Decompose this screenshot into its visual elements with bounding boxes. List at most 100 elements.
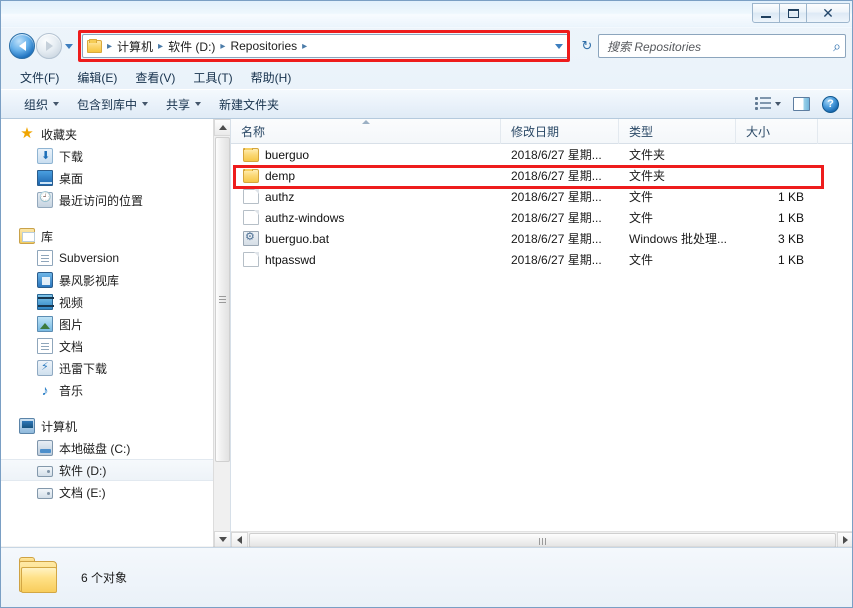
- breadcrumb-drive-d[interactable]: 软件 (D:): [166, 38, 217, 55]
- search-input[interactable]: 搜索 Repositories: [607, 38, 833, 55]
- sidebar-item-libraries[interactable]: 库: [1, 225, 230, 247]
- menu-item-tools[interactable]: 工具(T): [184, 66, 241, 89]
- navigation-tree: ★ 收藏夹 下载 桌面 最近访问的位置 库: [1, 119, 230, 503]
- menu-item-help[interactable]: 帮助(H): [242, 66, 301, 89]
- search-icon: ⌕: [833, 37, 841, 54]
- sidebar-item-label: 迅雷下载: [59, 361, 108, 376]
- sidebar-item-computer[interactable]: 计算机: [1, 415, 230, 437]
- sidebar-item-documents[interactable]: 文档: [1, 335, 230, 357]
- breadcrumb-separator[interactable]: ▸: [104, 41, 115, 52]
- file-name-label: demp: [265, 168, 296, 183]
- preview-pane-button[interactable]: [788, 94, 815, 114]
- sidebar-item-local-disk-c[interactable]: 本地磁盘 (C:): [1, 437, 230, 459]
- scrollbar-thumb[interactable]: [215, 137, 230, 462]
- sidebar-item-music[interactable]: ♪ 音乐: [1, 379, 230, 401]
- sidebar-item-drive-d[interactable]: 软件 (D:): [1, 459, 230, 481]
- breadcrumb-separator[interactable]: ▸: [217, 41, 228, 52]
- help-icon: ?: [822, 95, 839, 113]
- recent-pages-dropdown[interactable]: [62, 33, 76, 59]
- column-header-filler: [818, 119, 852, 144]
- sidebar-item-label: 视频: [59, 295, 84, 310]
- table-row[interactable]: demp 2018/6/27 星期... 文件夹: [231, 165, 852, 186]
- address-dropdown-button[interactable]: [551, 36, 567, 56]
- recent-places-icon: [37, 192, 53, 208]
- column-header-date-modified[interactable]: 修改日期: [501, 119, 619, 144]
- type-cell: 文件: [629, 190, 654, 204]
- new-folder-button[interactable]: 新建文件夹: [210, 92, 288, 117]
- sidebar-item-pictures[interactable]: 图片: [1, 313, 230, 335]
- date-modified-cell: 2018/6/27 星期...: [511, 190, 602, 204]
- file-name-label: htpasswd: [265, 252, 316, 267]
- document-library-icon: [37, 250, 53, 266]
- forward-arrow-icon: [45, 41, 53, 51]
- menu-bar: 文件(F) 编辑(E) 查看(V) 工具(T) 帮助(H): [1, 65, 852, 89]
- change-view-button[interactable]: [750, 94, 786, 114]
- column-header-name[interactable]: 名称: [231, 119, 501, 144]
- table-row[interactable]: authz-windows 2018/6/27 星期... 文件 1 KB: [231, 207, 852, 228]
- include-in-library-button[interactable]: 包含到库中: [68, 92, 157, 117]
- sidebar-item-desktop[interactable]: 桌面: [1, 167, 230, 189]
- table-row[interactable]: buerguo 2018/6/27 星期... 文件夹: [231, 144, 852, 165]
- blue-app-icon: [37, 272, 53, 288]
- file-rows: buerguo 2018/6/27 星期... 文件夹 demp 2018/6/…: [231, 144, 852, 270]
- chevron-down-icon: [195, 102, 202, 106]
- sidebar-item-label: Subversion: [59, 251, 120, 265]
- help-button[interactable]: ?: [817, 93, 844, 116]
- file-list-pane: 名称 修改日期 类型 大小 buerguo 2018/6/27 星期... 文件…: [231, 119, 852, 548]
- computer-icon: [19, 418, 35, 434]
- date-modified-cell: 2018/6/27 星期...: [511, 148, 602, 162]
- forward-button[interactable]: [36, 33, 62, 59]
- minimize-button[interactable]: [752, 3, 780, 23]
- breadcrumb-repositories[interactable]: Repositories: [228, 39, 299, 53]
- type-cell: 文件夹: [629, 148, 666, 162]
- scroll-left-button[interactable]: [231, 531, 248, 548]
- maximize-button[interactable]: [779, 3, 807, 23]
- sidebar-item-downloads[interactable]: 下载: [1, 145, 230, 167]
- sidebar-item-label: 计算机: [41, 419, 78, 434]
- scroll-up-button[interactable]: [214, 119, 230, 136]
- item-count-label: 6 个对象: [81, 571, 128, 585]
- search-box[interactable]: 搜索 Repositories ⌕: [598, 34, 846, 58]
- scroll-right-button[interactable]: [837, 531, 852, 548]
- refresh-button[interactable]: ↻: [576, 35, 598, 57]
- sidebar-item-baofeng-library[interactable]: 暴风影视库: [1, 269, 230, 291]
- table-row[interactable]: buerguo.bat 2018/6/27 星期... Windows 批处理.…: [231, 228, 852, 249]
- organize-button[interactable]: 组织: [15, 92, 68, 117]
- sidebar-item-label: 收藏夹: [41, 127, 78, 142]
- sidebar-item-label: 最近访问的位置: [59, 193, 144, 208]
- sidebar-item-recent-places[interactable]: 最近访问的位置: [1, 189, 230, 211]
- chevron-down-icon: [555, 43, 563, 49]
- sidebar-item-favorites[interactable]: ★ 收藏夹: [1, 123, 230, 145]
- close-button[interactable]: ✕: [806, 3, 850, 23]
- file-name-label: authz-windows: [265, 210, 345, 225]
- back-button[interactable]: [9, 33, 35, 59]
- breadcrumb-computer[interactable]: 计算机: [115, 38, 155, 55]
- table-row[interactable]: htpasswd 2018/6/27 星期... 文件 1 KB: [231, 249, 852, 270]
- scroll-down-button[interactable]: [214, 531, 230, 548]
- sidebar-item-videos[interactable]: 视频: [1, 291, 230, 313]
- column-header-type[interactable]: 类型: [619, 119, 736, 144]
- table-row[interactable]: authz 2018/6/27 星期... 文件 1 KB: [231, 186, 852, 207]
- chevron-down-icon: [218, 537, 227, 542]
- share-with-button[interactable]: 共享: [157, 92, 210, 117]
- sidebar-item-label: 音乐: [59, 383, 84, 398]
- file-name-label: buerguo: [265, 147, 310, 162]
- desktop-icon: [37, 170, 53, 186]
- sidebar-item-subversion[interactable]: Subversion: [1, 247, 230, 269]
- minimize-icon: [761, 15, 771, 18]
- address-bar[interactable]: ▸ 计算机 ▸ 软件 (D:) ▸ Repositories ▸: [82, 34, 570, 58]
- breadcrumb-separator[interactable]: ▸: [155, 41, 166, 52]
- scrollbar-thumb[interactable]: [249, 532, 836, 548]
- menu-item-edit[interactable]: 编辑(E): [68, 66, 126, 89]
- menu-item-view[interactable]: 查看(V): [126, 66, 184, 89]
- sidebar-scrollbar[interactable]: [213, 119, 230, 548]
- column-header-label: 修改日期: [511, 124, 560, 139]
- column-header-size[interactable]: 大小: [736, 119, 818, 144]
- breadcrumb-separator[interactable]: ▸: [299, 41, 310, 52]
- horizontal-scrollbar[interactable]: [231, 531, 852, 548]
- sidebar-item-drive-e[interactable]: 文档 (E:): [1, 481, 230, 503]
- refresh-icon: ↻: [581, 38, 593, 53]
- sidebar-item-thunder-download[interactable]: 迅雷下载: [1, 357, 230, 379]
- menu-item-file[interactable]: 文件(F): [11, 66, 68, 89]
- file-name-cell: buerguo: [231, 147, 501, 162]
